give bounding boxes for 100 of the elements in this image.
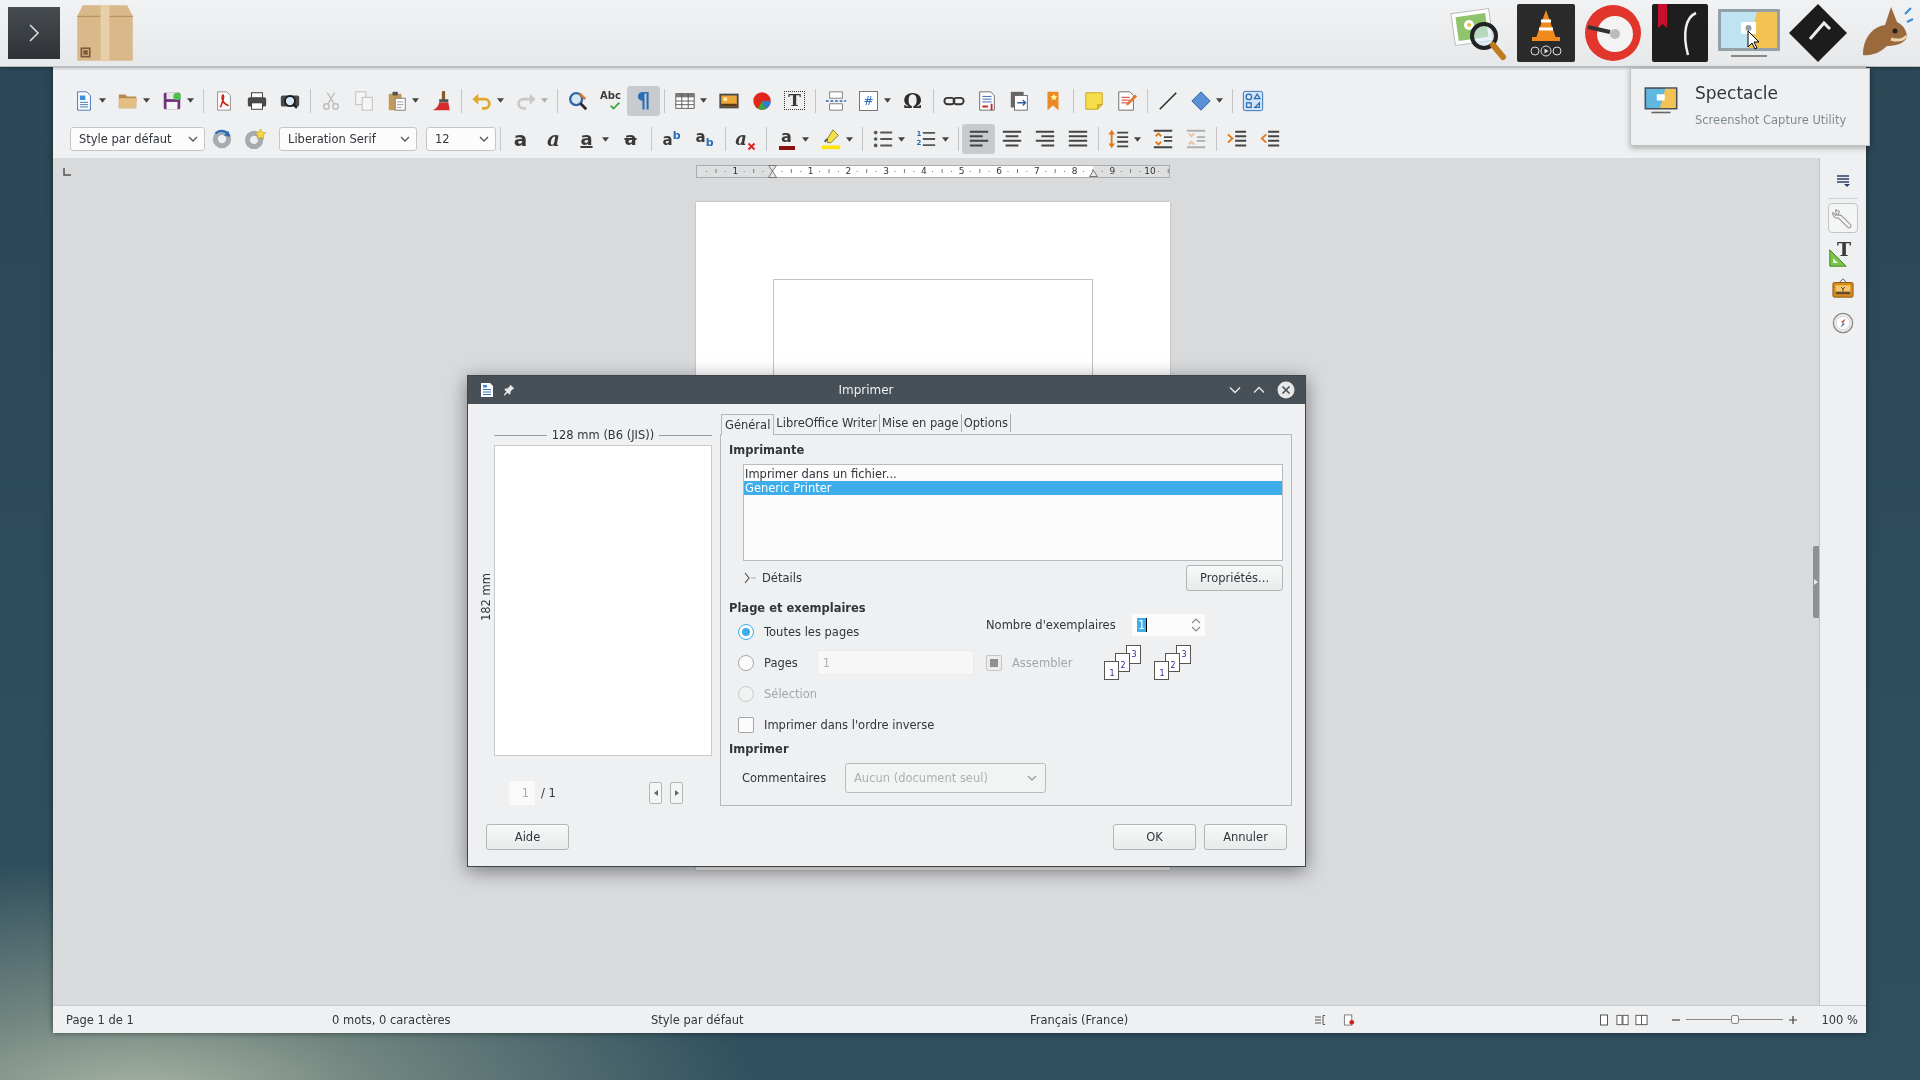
minimize-icon[interactable] <box>1229 386 1241 394</box>
tab[interactable]: Mise en page <box>880 414 962 432</box>
style-refresh-icon <box>210 128 233 150</box>
right-indent-marker-icon[interactable] <box>1089 170 1098 177</box>
tab[interactable]: Général <box>721 414 775 435</box>
caret-down-icon <box>187 98 194 103</box>
checkbox-label: Imprimer dans l'ordre inverse <box>764 717 935 732</box>
pie-chart-icon <box>750 89 773 112</box>
paragraph-style-dropdown[interactable]: Style par défaut <box>70 127 205 151</box>
page-total: / 1 <box>541 786 556 800</box>
align-left-button[interactable] <box>962 124 995 154</box>
two-page-view-icon[interactable] <box>1616 1013 1630 1026</box>
underline-button[interactable]: a <box>570 124 614 154</box>
single-page-view-icon[interactable] <box>1597 1013 1611 1026</box>
paragraph-spacing-down-icon <box>1184 128 1207 150</box>
italic-button[interactable]: a <box>537 124 570 154</box>
font-name-dropdown[interactable]: Liberation Serif <box>279 127 417 151</box>
wrench-icon <box>1832 207 1854 229</box>
spin-arrows-icon[interactable] <box>1191 617 1201 633</box>
document-icon <box>479 382 495 398</box>
tooltip-title: Spectacle <box>1695 83 1779 103</box>
package-icon[interactable] <box>75 3 135 63</box>
caret-down-icon <box>898 136 905 142</box>
diamond-icon <box>1189 89 1212 112</box>
caret-down-icon <box>143 98 150 103</box>
ruler-number: 7 <box>1034 165 1040 178</box>
caret-left-icon <box>653 790 658 796</box>
zoom-percent[interactable]: 100 % <box>1821 1012 1858 1027</box>
tab-stop-selector-icon[interactable] <box>63 168 71 176</box>
tab[interactable]: LibreOffice Writer <box>774 414 881 432</box>
paper-width-label: 128 mm (B6 (JIS)) <box>551 428 655 442</box>
dialog-title: Imprimer <box>837 383 895 397</box>
checkbox[interactable] <box>738 716 754 733</box>
search-icon <box>566 89 589 112</box>
menu-icon[interactable] <box>1836 174 1850 187</box>
next-page-button[interactable] <box>670 782 683 804</box>
sticky-note-icon <box>1082 89 1105 112</box>
option-label: Sélection <box>764 686 817 701</box>
ruler-number: 1 <box>807 165 814 178</box>
picture-frame-icon <box>1832 277 1854 299</box>
indent-marker-icon[interactable] <box>768 165 777 178</box>
spelling-button[interactable]: Abc <box>594 85 627 116</box>
caret-down-icon <box>602 136 609 142</box>
printer-item[interactable]: Imprimer dans un fichier... <box>744 467 1282 481</box>
ok-button[interactable]: OK <box>1113 824 1196 850</box>
traffic-cone-icon[interactable] <box>1516 3 1576 63</box>
bold-button[interactable]: a <box>504 124 537 154</box>
maximize-icon[interactable] <box>1253 386 1265 394</box>
ruler-number: 10 <box>1144 165 1156 178</box>
book-view-icon[interactable] <box>1635 1013 1649 1026</box>
compass-icon <box>1832 312 1854 334</box>
slider-thumb[interactable] <box>1730 1015 1739 1024</box>
chevron-down-icon <box>1027 775 1037 781</box>
styles-deck-button[interactable]: T <box>1828 238 1858 268</box>
radio-button[interactable] <box>738 623 754 640</box>
caret-down-icon <box>99 98 106 103</box>
selection-mode-icon[interactable] <box>1314 1013 1326 1026</box>
zoom-in-icon[interactable] <box>1789 1015 1798 1024</box>
strikethrough-button[interactable]: a <box>614 124 647 154</box>
previous-page-button[interactable] <box>649 782 662 804</box>
close-icon[interactable] <box>1277 381 1295 399</box>
diamond-icon[interactable] <box>1788 3 1848 63</box>
font-size-dropdown[interactable]: 12 <box>426 127 496 151</box>
help-button[interactable]: Aide <box>486 824 569 850</box>
paper-height-label: 182 mm <box>479 573 493 621</box>
details-expander[interactable]: Détails <box>743 571 802 585</box>
caret-down-icon <box>412 98 419 103</box>
chevron-down-icon <box>400 136 410 142</box>
text-box-button[interactable]: T <box>778 85 811 116</box>
clear-formatting-button[interactable]: a <box>729 124 762 154</box>
superscript-button[interactable]: a$^{b}$ <box>655 124 688 154</box>
caret-down-icon <box>700 98 707 103</box>
caret-down-icon <box>1216 98 1223 103</box>
field-button[interactable]: # <box>852 85 896 116</box>
font-color-button[interactable]: a <box>770 124 814 154</box>
endnote-icon <box>1008 89 1031 112</box>
copies-label: Nombre d'exemplaires <box>986 618 1117 632</box>
comments-label: Commentaires <box>742 771 828 785</box>
chevron-down-icon <box>479 136 489 142</box>
highlighter-icon <box>819 128 842 150</box>
section-heading: Plage et exemplaires <box>729 600 866 616</box>
page-status: Page 1 de 1 <box>66 1012 135 1027</box>
properties-button[interactable]: Propriétés... <box>1186 565 1283 591</box>
ruler-number: 2 <box>845 165 852 178</box>
printer-icon <box>245 89 268 112</box>
tab[interactable]: Options <box>961 414 1012 432</box>
signature-icon[interactable] <box>1343 1013 1355 1026</box>
disc-icon[interactable] <box>1583 3 1643 63</box>
pin-icon[interactable] <box>503 384 515 396</box>
caret-down-icon <box>802 136 809 142</box>
ruler-number: 5 <box>958 165 965 178</box>
radio-button[interactable] <box>738 654 754 671</box>
special-character-button[interactable]: Ω <box>896 85 929 116</box>
ruler-number: 9 <box>1109 165 1116 178</box>
sidebar-collapse-handle[interactable] <box>1813 545 1819 618</box>
subscript-button[interactable]: a$_{b}$ <box>688 124 721 154</box>
cancel-button[interactable]: Annuler <box>1204 824 1287 850</box>
bookmark-book-icon[interactable] <box>1650 3 1710 63</box>
caret-down-icon <box>1134 136 1141 142</box>
language-status[interactable]: Français (France) <box>1030 1012 1314 1027</box>
